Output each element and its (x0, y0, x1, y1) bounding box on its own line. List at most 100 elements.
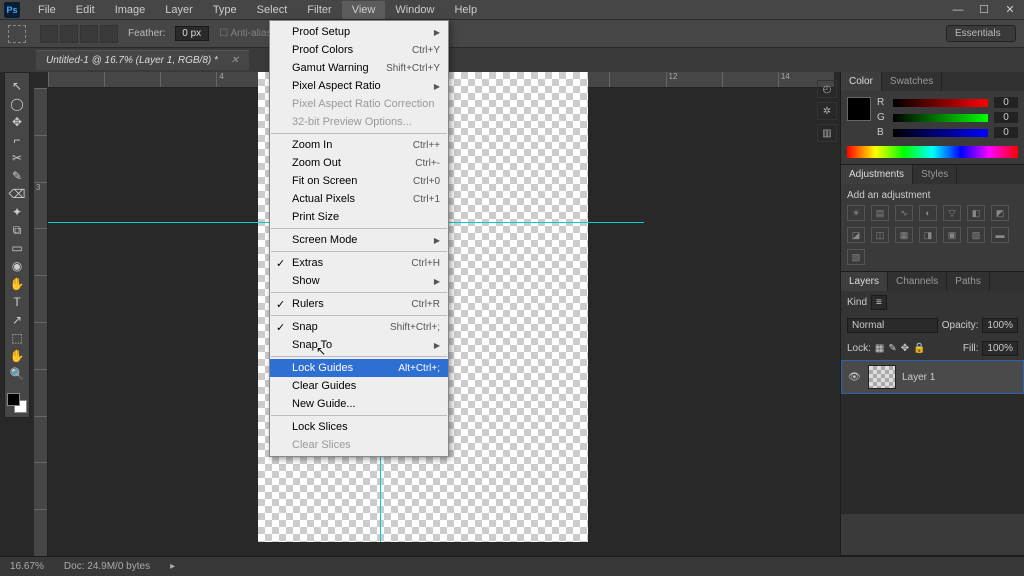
adj-hue-icon[interactable]: ◧ (967, 205, 985, 221)
menu-item-print-size[interactable]: Print Size (270, 208, 448, 226)
menu-item-gamut-warning[interactable]: Gamut WarningShift+Ctrl+Y (270, 59, 448, 77)
menu-layer[interactable]: Layer (155, 1, 203, 19)
tool-9[interactable]: ▭ (7, 239, 27, 257)
menu-item-clear-guides[interactable]: Clear Guides (270, 377, 448, 395)
menu-item-zoom-out[interactable]: Zoom OutCtrl+- (270, 154, 448, 172)
document-tab-close-icon[interactable]: ✕ (231, 55, 239, 66)
adj-gradmap-icon[interactable]: ▬ (991, 227, 1009, 243)
menu-item-rulers[interactable]: ✓RulersCtrl+R (270, 295, 448, 313)
tab-paths[interactable]: Paths (947, 272, 990, 291)
adj-mixer-icon[interactable]: ▦ (895, 227, 913, 243)
adj-curves-icon[interactable]: ∿ (895, 205, 913, 221)
selection-add-icon[interactable] (60, 25, 78, 43)
tab-swatches[interactable]: Swatches (882, 72, 942, 91)
tool-14[interactable]: ⬚ (7, 329, 27, 347)
tool-6[interactable]: ⌫ (7, 185, 27, 203)
tool-8[interactable]: ⧉ (7, 221, 27, 239)
tool-5[interactable]: ✎ (7, 167, 27, 185)
tool-4[interactable]: ✂ (7, 149, 27, 167)
doc-info-arrow-icon[interactable]: ▸ (170, 561, 175, 572)
selection-subtract-icon[interactable] (80, 25, 98, 43)
minimize-button[interactable]: — (948, 4, 968, 16)
color-preview[interactable] (847, 97, 871, 121)
foreground-swatch[interactable] (7, 393, 20, 406)
feather-field[interactable]: 0 px (175, 26, 209, 41)
menu-item-fit-on-screen[interactable]: Fit on ScreenCtrl+0 (270, 172, 448, 190)
adj-photo-icon[interactable]: ◫ (871, 227, 889, 243)
menu-file[interactable]: File (28, 1, 66, 19)
close-button[interactable]: ✕ (1000, 4, 1020, 16)
menu-item-zoom-in[interactable]: Zoom InCtrl++ (270, 136, 448, 154)
histogram-icon[interactable]: ▥ (817, 124, 837, 142)
menu-view[interactable]: View (342, 1, 386, 19)
adj-levels-icon[interactable]: ▤ (871, 205, 889, 221)
menu-item-lock-guides[interactable]: Lock GuidesAlt+Ctrl+; (270, 359, 448, 377)
document-tab[interactable]: Untitled-1 @ 16.7% (Layer 1, RGB/8) * ✕ (36, 50, 249, 70)
tab-styles[interactable]: Styles (913, 165, 957, 184)
tool-1[interactable]: ◯ (7, 95, 27, 113)
tool-15[interactable]: ✋ (7, 347, 27, 365)
b-value[interactable]: 0 (994, 127, 1018, 138)
adj-invert-icon[interactable]: ◨ (919, 227, 937, 243)
visibility-icon[interactable]: 👁 (848, 372, 862, 383)
menu-item-screen-mode[interactable]: Screen Mode▶ (270, 231, 448, 249)
layer-name[interactable]: Layer 1 (902, 372, 935, 383)
menu-item-proof-setup[interactable]: Proof Setup▶ (270, 23, 448, 41)
history-icon[interactable]: ◴ (817, 80, 837, 98)
marquee-tool-icon[interactable] (8, 25, 26, 43)
fill-field[interactable]: 100% (982, 341, 1018, 356)
tool-13[interactable]: ↗ (7, 311, 27, 329)
zoom-level[interactable]: 16.67% (10, 561, 44, 572)
tab-color[interactable]: Color (841, 72, 882, 91)
lock-transparency-icon[interactable]: ▦ (875, 343, 884, 354)
menu-edit[interactable]: Edit (66, 1, 105, 19)
navigator-icon[interactable]: ✲ (817, 102, 837, 120)
menu-filter[interactable]: Filter (297, 1, 341, 19)
maximize-button[interactable]: ☐ (974, 4, 994, 16)
menu-item-proof-colors[interactable]: Proof ColorsCtrl+Y (270, 41, 448, 59)
lock-position-icon[interactable]: ✥ (901, 343, 909, 354)
menu-window[interactable]: Window (385, 1, 444, 19)
ruler-vertical[interactable]: 3 (34, 88, 48, 556)
g-slider[interactable] (893, 114, 988, 122)
blend-mode-select[interactable]: Normal (847, 318, 938, 333)
selection-new-icon[interactable] (40, 25, 58, 43)
tab-layers[interactable]: Layers (841, 272, 888, 291)
workspace-switcher[interactable]: Essentials (946, 25, 1016, 42)
menu-item-actual-pixels[interactable]: Actual PixelsCtrl+1 (270, 190, 448, 208)
adj-exposure-icon[interactable]: ◐ (919, 205, 937, 221)
adj-selcolor-icon[interactable]: ▧ (847, 249, 865, 265)
lock-pixels-icon[interactable]: ✎ (888, 343, 896, 354)
doc-info[interactable]: Doc: 24.9M/0 bytes (64, 561, 150, 572)
menu-item-extras[interactable]: ✓ExtrasCtrl+H (270, 254, 448, 272)
adj-vibrance-icon[interactable]: ▽ (943, 205, 961, 221)
b-slider[interactable] (893, 129, 988, 137)
adj-brightness-icon[interactable]: ☀ (847, 205, 865, 221)
tool-16[interactable]: 🔍 (7, 365, 27, 383)
tool-11[interactable]: ✋ (7, 275, 27, 293)
hue-strip[interactable] (847, 146, 1018, 158)
adj-colorbal-icon[interactable]: ◩ (991, 205, 1009, 221)
layer-thumbnail[interactable] (868, 365, 896, 389)
layers-kind-select[interactable]: ≡ (871, 295, 887, 310)
tool-12[interactable]: T (7, 293, 27, 311)
adj-thresh-icon[interactable]: ▨ (967, 227, 985, 243)
tab-adjustments[interactable]: Adjustments (841, 165, 913, 184)
menu-item-snap[interactable]: ✓SnapShift+Ctrl+; (270, 318, 448, 336)
r-value[interactable]: 0 (994, 97, 1018, 108)
menu-item-lock-slices[interactable]: Lock Slices (270, 418, 448, 436)
menu-select[interactable]: Select (247, 1, 298, 19)
color-swatch[interactable] (7, 393, 27, 413)
adj-poster-icon[interactable]: ▣ (943, 227, 961, 243)
menu-type[interactable]: Type (203, 1, 247, 19)
layer-row[interactable]: 👁 Layer 1 (841, 360, 1024, 394)
tool-2[interactable]: ✥ (7, 113, 27, 131)
r-slider[interactable] (893, 99, 988, 107)
g-value[interactable]: 0 (994, 112, 1018, 123)
tool-7[interactable]: ✦ (7, 203, 27, 221)
tool-3[interactable]: ⌐ (7, 131, 27, 149)
menu-help[interactable]: Help (444, 1, 487, 19)
menu-item-snap-to[interactable]: Snap To▶ (270, 336, 448, 354)
menu-item-pixel-aspect-ratio[interactable]: Pixel Aspect Ratio▶ (270, 77, 448, 95)
tab-channels[interactable]: Channels (888, 272, 947, 291)
